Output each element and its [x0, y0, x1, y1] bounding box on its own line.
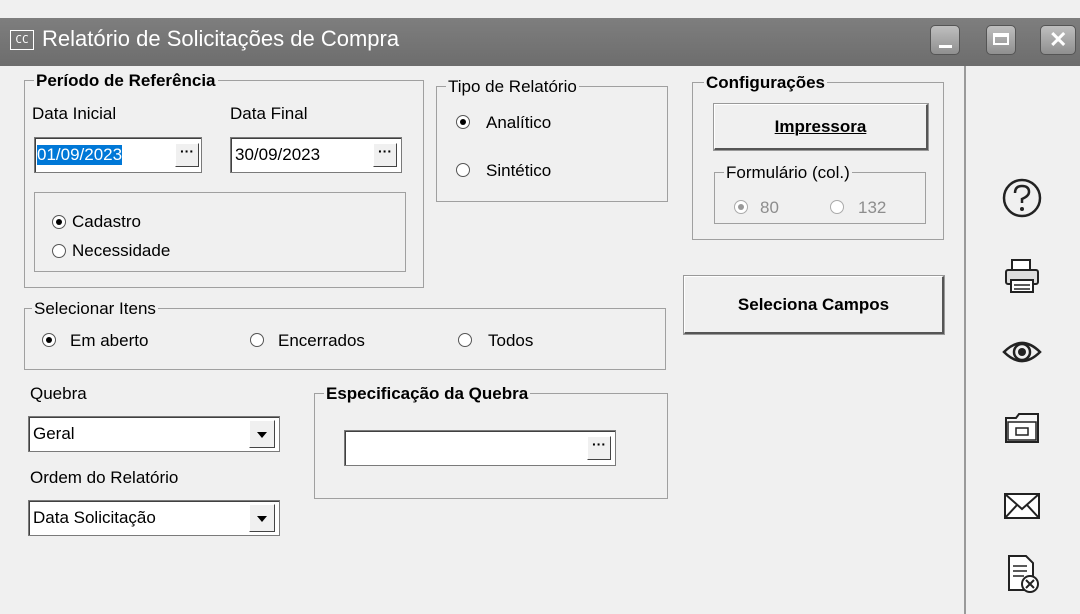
close-icon: ✕	[1049, 27, 1068, 52]
cancel-report-icon[interactable]	[1000, 552, 1044, 596]
data-inicial-label: Data Inicial	[32, 104, 117, 123]
impressora-button[interactable]: Impressora	[713, 103, 929, 151]
encerrados-radio[interactable]	[250, 333, 264, 347]
col-132-label[interactable]: 132	[858, 198, 886, 218]
col-80-label[interactable]: 80	[760, 198, 779, 218]
preview-eye-icon[interactable]	[1000, 330, 1044, 374]
impressora-label: Impressora	[774, 117, 867, 136]
quebra-dropdown-button[interactable]	[249, 420, 275, 448]
printer-icon[interactable]	[1000, 254, 1044, 298]
data-inicial-picker-button[interactable]: ···	[175, 143, 199, 167]
quebra-select[interactable]: Geral	[28, 416, 280, 452]
todos-label[interactable]: Todos	[488, 331, 533, 351]
data-inicial-value: 01/09/2023	[37, 145, 123, 165]
em-aberto-label[interactable]: Em aberto	[70, 331, 148, 351]
close-button[interactable]: ✕	[1040, 25, 1076, 55]
especificacao-quebra-picker-button[interactable]: ···	[587, 436, 611, 460]
formulario-legend: Formulário (col.)	[724, 163, 852, 182]
em-aberto-radio[interactable]	[42, 333, 56, 347]
ordem-relatorio-value: Data Solicitação	[33, 508, 156, 527]
email-icon[interactable]	[1000, 484, 1044, 528]
data-final-picker-button[interactable]: ···	[373, 143, 397, 167]
sintetico-radio[interactable]	[456, 163, 470, 177]
export-folder-icon[interactable]	[1000, 406, 1044, 450]
col-132-radio[interactable]	[830, 200, 844, 214]
ordem-relatorio-label: Ordem do Relatório	[30, 468, 179, 487]
encerrados-label[interactable]: Encerrados	[278, 331, 365, 351]
necessidade-label[interactable]: Necessidade	[72, 241, 170, 261]
seleciona-campos-button[interactable]: Seleciona Campos	[683, 275, 945, 335]
configuracoes-legend: Configurações	[704, 73, 828, 92]
ordem-relatorio-select[interactable]: Data Solicitação	[28, 500, 280, 536]
action-sidebar	[964, 66, 1080, 614]
sintetico-label[interactable]: Sintético	[486, 161, 551, 181]
especificacao-quebra-field[interactable]: ···	[344, 430, 616, 466]
analitico-radio[interactable]	[456, 115, 470, 129]
tipo-relatorio-group	[436, 86, 668, 202]
tipo-relatorio-legend: Tipo de Relatório	[446, 77, 579, 96]
maximize-button[interactable]	[986, 25, 1016, 55]
analitico-label[interactable]: Analítico	[486, 113, 551, 133]
window-title: Relatório de Solicitações de Compra	[42, 26, 400, 51]
data-final-field[interactable]: 30/09/2023 ···	[230, 137, 402, 173]
especificacao-quebra-legend: Especificação da Quebra	[324, 384, 531, 403]
cadastro-radio[interactable]	[52, 215, 66, 229]
necessidade-radio[interactable]	[52, 244, 66, 258]
data-inicial-field[interactable]: 01/09/2023 ···	[34, 137, 202, 173]
data-final-value: 30/09/2023	[235, 145, 321, 164]
maximize-icon	[993, 33, 1009, 45]
app-icon: CC	[10, 30, 34, 50]
help-icon[interactable]	[1000, 176, 1044, 220]
title-bar: CC Relatório de Solicitações de Compra ✕	[0, 18, 1080, 66]
minimize-icon	[939, 45, 952, 48]
periodo-referencia-legend: Período de Referência	[34, 71, 218, 90]
minimize-button[interactable]	[930, 25, 960, 55]
quebra-value: Geral	[33, 424, 75, 443]
data-final-label: Data Final	[230, 104, 308, 123]
selecionar-itens-legend: Selecionar Itens	[32, 299, 158, 318]
col-80-radio[interactable]	[734, 200, 748, 214]
quebra-label: Quebra	[30, 384, 87, 403]
todos-radio[interactable]	[458, 333, 472, 347]
ordem-relatorio-dropdown-button[interactable]	[249, 504, 275, 532]
cadastro-label[interactable]: Cadastro	[72, 212, 141, 232]
